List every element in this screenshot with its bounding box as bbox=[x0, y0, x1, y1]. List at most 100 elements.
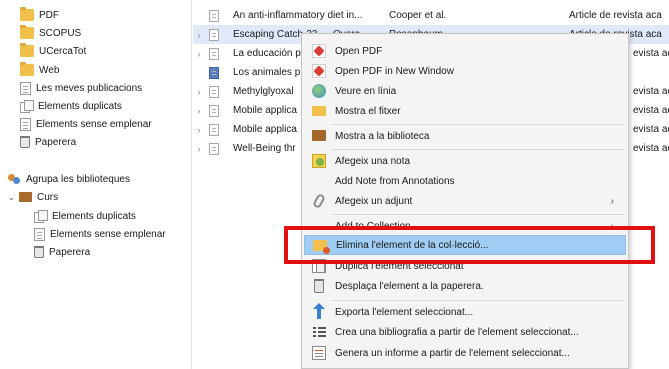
collection-label: Paperera bbox=[35, 136, 77, 148]
item-type: evista aca bbox=[633, 48, 669, 59]
duplicate-items-item[interactable]: Elements duplicats bbox=[20, 97, 122, 115]
report-icon bbox=[312, 346, 326, 360]
library-icon bbox=[312, 130, 326, 141]
collection-label: Elements sense emplenar bbox=[36, 118, 152, 130]
folder-icon bbox=[20, 7, 34, 21]
document-icon bbox=[20, 81, 31, 95]
bibliography-icon bbox=[312, 325, 326, 339]
collection-scopus[interactable]: SCOPUS bbox=[20, 24, 81, 42]
expand-arrow-icon[interactable]: › bbox=[193, 144, 205, 154]
collection-label: Paperera bbox=[49, 246, 91, 258]
item-title: Methylglyoxal bbox=[233, 86, 294, 97]
unfiled-items-item[interactable]: Elements sense emplenar bbox=[20, 115, 152, 133]
item-type: Article de revista aca bbox=[569, 10, 662, 21]
collection-label: Les meves publicacions bbox=[36, 82, 143, 94]
collection-label: Elements duplicats bbox=[52, 210, 136, 222]
table-row[interactable]: An anti-inflammatory diet in... Cooper e… bbox=[193, 6, 669, 25]
book-icon bbox=[209, 66, 219, 79]
item-title: Los animales p bbox=[233, 67, 301, 78]
document-icon bbox=[209, 85, 219, 98]
document-icon bbox=[209, 28, 219, 41]
expand-arrow-icon[interactable]: › bbox=[193, 30, 205, 40]
menu-item-export[interactable]: Exporta l'element seleccionat... bbox=[304, 302, 626, 322]
collection-label: Elements sense emplenar bbox=[50, 228, 166, 240]
menu-item-create-bibliography[interactable]: Crea una bibliografia a partir de l'elem… bbox=[304, 322, 626, 342]
item-type: evista aca bbox=[633, 86, 669, 97]
expand-arrow-icon[interactable]: › bbox=[193, 87, 205, 97]
collections-pane: PDF SCOPUS UCercaTot Web Les meves publi… bbox=[0, 0, 192, 369]
trash-item[interactable]: Paperera bbox=[20, 133, 76, 151]
export-icon bbox=[313, 303, 325, 319]
expand-arrow-icon[interactable]: › bbox=[193, 106, 205, 116]
collection-ucercatot[interactable]: UCercaTot bbox=[20, 42, 86, 60]
item-type: evista aca bbox=[633, 105, 669, 116]
menu-separator bbox=[332, 214, 624, 215]
collection-label: PDF bbox=[39, 9, 59, 21]
folder-icon bbox=[20, 62, 34, 76]
menu-item-add-attachment[interactable]: Afegeix un adjunt › bbox=[304, 191, 626, 211]
globe-icon bbox=[312, 84, 326, 98]
document-icon bbox=[209, 47, 219, 60]
expand-arrow-icon[interactable]: › bbox=[193, 49, 205, 59]
collection-web[interactable]: Web bbox=[20, 61, 59, 79]
duplicates-icon bbox=[20, 100, 34, 113]
group-libraries-label: Agrupa les biblioteques bbox=[26, 173, 130, 185]
document-icon bbox=[209, 104, 219, 117]
group-trash[interactable]: Paperera bbox=[34, 243, 90, 261]
folder-icon bbox=[312, 106, 326, 116]
item-title: An anti-inflammatory diet in... bbox=[233, 10, 363, 21]
trash-icon bbox=[20, 136, 30, 148]
collection-label: Web bbox=[39, 64, 60, 76]
group-icon bbox=[8, 173, 21, 185]
item-type: evista aca bbox=[633, 124, 669, 135]
collection-label: Elements duplicats bbox=[38, 100, 122, 112]
duplicates-icon bbox=[34, 210, 48, 223]
group-library-curs[interactable]: ⌄ Curs bbox=[8, 188, 58, 206]
item-title: Mobile applica bbox=[233, 105, 297, 116]
collection-label: UCercaTot bbox=[39, 45, 87, 57]
item-creator: Cooper et al. bbox=[389, 10, 447, 21]
menu-separator bbox=[332, 149, 624, 150]
menu-item-show-file[interactable]: Mostra el fitxer bbox=[304, 101, 626, 121]
context-menu: Open PDF Open PDF in New Window Veure en… bbox=[301, 33, 629, 369]
document-icon bbox=[20, 117, 31, 131]
menu-item-add-note-from-annotations[interactable]: Add Note from Annotations bbox=[304, 171, 626, 191]
group-libraries-header[interactable]: Agrupa les biblioteques bbox=[8, 170, 130, 188]
menu-item-move-to-trash[interactable]: Desplaça l'element a la paperera. bbox=[304, 276, 626, 296]
document-icon bbox=[209, 142, 219, 155]
annotation-highlight-box bbox=[284, 226, 655, 264]
note-icon bbox=[312, 154, 326, 168]
pdf-icon bbox=[312, 44, 326, 58]
folder-icon bbox=[20, 43, 34, 57]
menu-separator bbox=[332, 300, 624, 301]
menu-separator bbox=[332, 124, 624, 125]
collection-pdf[interactable]: PDF bbox=[20, 6, 59, 24]
submenu-arrow-icon: › bbox=[610, 195, 614, 207]
trash-icon bbox=[314, 279, 324, 293]
menu-item-view-online[interactable]: Veure en línia bbox=[304, 81, 626, 101]
group-library-label: Curs bbox=[37, 191, 59, 203]
paperclip-icon bbox=[312, 192, 326, 210]
menu-item-open-pdf-new-window[interactable]: Open PDF in New Window bbox=[304, 61, 626, 81]
my-publications-item[interactable]: Les meves publicacions bbox=[20, 79, 142, 97]
document-icon bbox=[209, 123, 219, 136]
expand-arrow-icon[interactable]: › bbox=[193, 125, 205, 135]
chevron-down-icon[interactable]: ⌄ bbox=[8, 193, 16, 202]
document-icon bbox=[209, 9, 219, 22]
folder-icon bbox=[20, 25, 34, 39]
trash-icon bbox=[34, 246, 44, 258]
group-duplicate-items[interactable]: Elements duplicats bbox=[34, 207, 136, 225]
collection-label: SCOPUS bbox=[39, 27, 82, 39]
menu-item-generate-report[interactable]: Genera un informe a partir de l'element … bbox=[304, 343, 626, 363]
menu-item-open-pdf[interactable]: Open PDF bbox=[304, 41, 626, 61]
item-title: Mobile applica bbox=[233, 124, 297, 135]
group-unfiled-items[interactable]: Elements sense emplenar bbox=[34, 225, 166, 243]
item-title: Well-Being thr bbox=[233, 143, 296, 154]
menu-item-add-note[interactable]: Afegeix una nota bbox=[304, 151, 626, 171]
item-type: evista aca bbox=[633, 143, 669, 154]
document-icon bbox=[34, 227, 45, 241]
item-title: La educación p bbox=[233, 48, 301, 59]
menu-item-show-in-library[interactable]: Mostra a la biblioteca bbox=[304, 126, 626, 146]
library-icon bbox=[19, 192, 32, 202]
pdf-icon bbox=[312, 64, 326, 78]
